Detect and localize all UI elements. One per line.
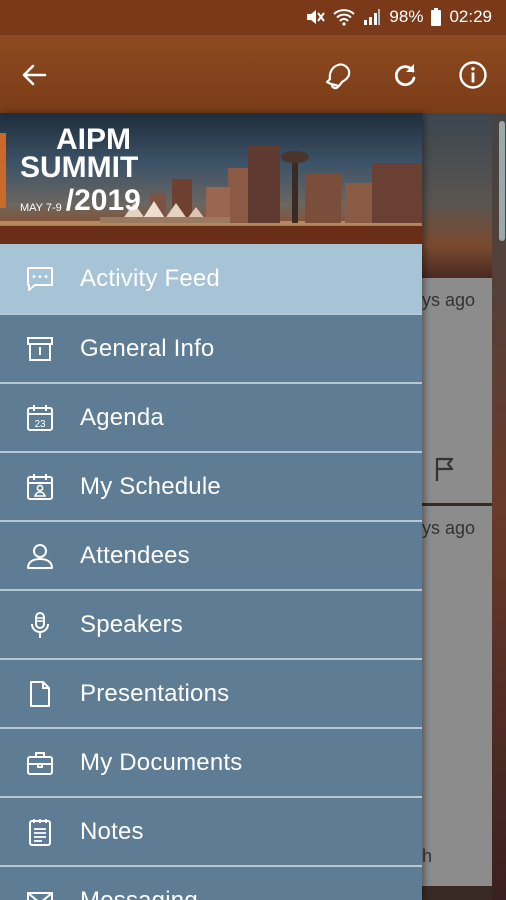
logo-line-summit: SUMMIT — [20, 151, 139, 184]
menu-item-general-info[interactable]: General Info — [0, 313, 422, 382]
calendar-day: 23 — [34, 419, 46, 430]
menu-item-label: Attendees — [80, 541, 190, 569]
menu-item-label: Notes — [80, 817, 144, 845]
app-bar — [0, 35, 506, 113]
menu-item-my-schedule[interactable]: My Schedule — [0, 451, 422, 520]
info-icon — [459, 61, 487, 89]
microphone-icon — [24, 609, 56, 641]
feed-card: ys ago h — [422, 506, 492, 886]
signal-icon — [364, 9, 381, 25]
banner-accent — [0, 133, 6, 208]
scrollbar[interactable] — [499, 121, 505, 241]
mute-icon — [307, 10, 326, 24]
event-banner: AIPM SUMMIT MAY 7-9 /2019 — [0, 113, 422, 244]
arrow-left-icon — [22, 64, 47, 86]
menu-item-activity-feed[interactable]: Activity Feed — [0, 244, 422, 313]
menu-item-label: General Info — [80, 334, 215, 362]
menu-item-label: Activity Feed — [80, 264, 220, 292]
status-icons: 98% 02:29 — [305, 7, 492, 27]
navigation-drawer: AIPM SUMMIT MAY 7-9 /2019 Activity Feed — [0, 113, 422, 900]
calendar-person-icon — [24, 471, 56, 503]
feed-card: ys ago — [422, 278, 492, 503]
person-icon — [24, 540, 56, 572]
logo-year: /2019 — [65, 184, 141, 217]
menu-item-label: My Documents — [80, 748, 243, 776]
menu-item-presentations[interactable]: Presentations — [0, 658, 422, 727]
card-timestamp: ys ago — [422, 518, 476, 538]
menu-item-my-documents[interactable]: My Documents — [0, 727, 422, 796]
back-button[interactable] — [16, 57, 52, 93]
event-logo: AIPM SUMMIT MAY 7-9 /2019 — [20, 125, 141, 217]
briefcase-icon — [24, 747, 56, 779]
status-bar: 98% 02:29 — [0, 0, 506, 35]
menu-item-agenda[interactable]: 23 Agenda — [0, 382, 422, 451]
bell-icon — [325, 63, 351, 90]
menu-item-messaging[interactable]: Messaging — [0, 865, 422, 900]
menu-item-label: Speakers — [80, 610, 183, 638]
calendar-icon: 23 — [24, 402, 56, 434]
document-icon — [24, 678, 56, 710]
card-text-fragment: h — [422, 846, 433, 866]
notepad-icon — [24, 816, 56, 848]
archive-icon — [24, 333, 56, 365]
menu-item-label: Presentations — [80, 679, 230, 707]
clock: 02:29 — [449, 7, 492, 26]
menu-item-label: My Schedule — [80, 472, 221, 500]
logo-date-range: MAY 7-9 — [20, 202, 62, 214]
menu-item-label: Agenda — [80, 403, 164, 431]
menu-item-speakers[interactable]: Speakers — [0, 589, 422, 658]
menu-item-label: Messaging — [80, 886, 198, 900]
refresh-button[interactable] — [387, 57, 423, 93]
menu-item-attendees[interactable]: Attendees — [0, 520, 422, 589]
card-timestamp: ys ago — [422, 290, 476, 310]
flag-icon — [435, 457, 454, 481]
battery-percent: 98% — [389, 7, 424, 26]
envelope-icon — [24, 885, 56, 900]
refresh-icon — [394, 64, 416, 87]
logo-dates: MAY 7-9 /2019 — [20, 184, 141, 217]
info-button[interactable] — [455, 57, 491, 93]
notifications-button[interactable] — [320, 57, 356, 93]
wifi-icon — [333, 9, 356, 26]
menu-item-notes[interactable]: Notes — [0, 796, 422, 865]
battery-icon — [431, 8, 442, 26]
drawer-menu: Activity Feed General Info 23 Agenda My … — [0, 244, 422, 900]
chat-icon — [24, 263, 56, 295]
